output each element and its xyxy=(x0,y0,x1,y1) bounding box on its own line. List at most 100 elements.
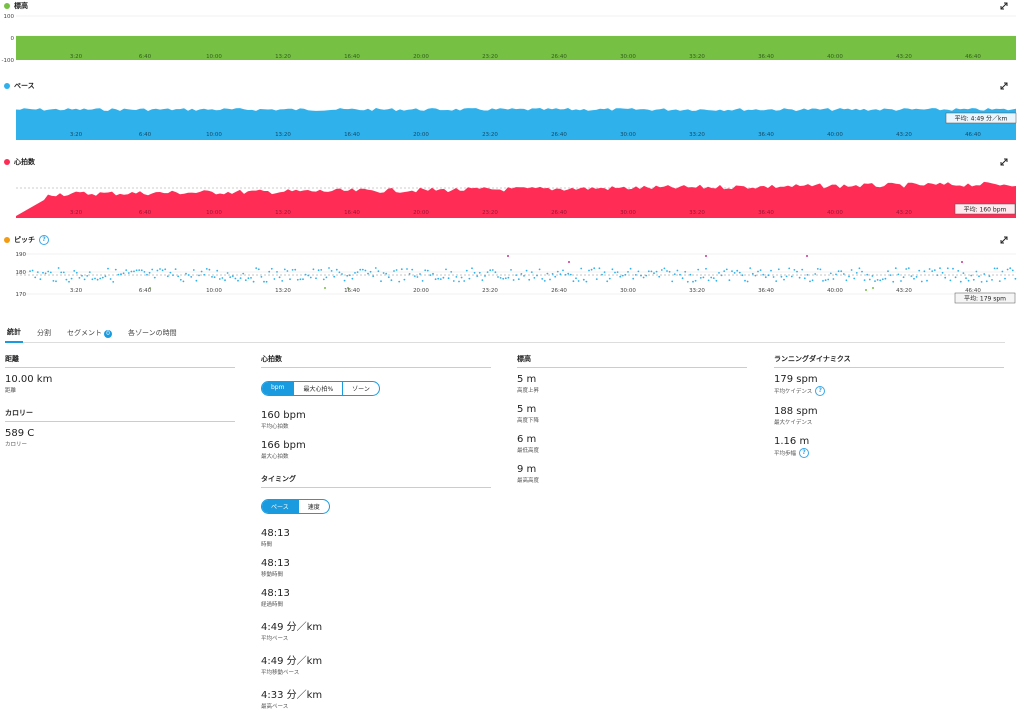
cadence-point xyxy=(650,270,653,273)
expand-elevation-icon[interactable] xyxy=(1000,2,1008,10)
cadence-point xyxy=(887,270,889,273)
toggle-bpm[interactable]: bpm xyxy=(262,382,294,395)
pace-area xyxy=(16,108,1016,140)
pace-chart-header: ペース xyxy=(4,80,35,92)
cadence-point xyxy=(309,276,312,279)
cadence-point xyxy=(429,274,432,276)
cadence-point xyxy=(361,268,364,271)
calories-section-title: カロリー xyxy=(5,408,235,422)
x-tick-label: 3:20 xyxy=(70,132,83,138)
cadence-point xyxy=(200,270,203,273)
cadence-point xyxy=(858,267,861,270)
cadence-point xyxy=(460,276,463,279)
cadence-point xyxy=(1009,267,1012,270)
stat-value: 160 bpm xyxy=(261,410,306,421)
cadence-point xyxy=(829,272,832,275)
cadence-point xyxy=(432,272,434,275)
stat-value: 589 C xyxy=(5,428,35,439)
toggle-max-hr-percent[interactable]: 最大心拍% xyxy=(293,382,342,395)
cadence-point xyxy=(926,279,928,282)
x-tick-label: 26:40 xyxy=(551,210,567,216)
cadence-point xyxy=(497,276,499,278)
x-tick-label: 30:00 xyxy=(620,210,636,216)
cadence-point xyxy=(120,273,122,276)
cadence-point xyxy=(556,270,559,273)
cadence-point xyxy=(153,276,156,279)
cadence-point xyxy=(276,271,278,273)
cadence-point xyxy=(988,275,991,277)
cadence-point xyxy=(390,279,393,282)
cadence-point xyxy=(655,270,658,273)
tab-stats[interactable]: 統計 xyxy=(5,325,23,343)
elevation-chart-title: 標高 xyxy=(14,2,28,10)
cadence-point xyxy=(702,276,705,279)
cadence-point xyxy=(993,267,996,270)
cadence-point xyxy=(668,270,671,273)
x-tick-label: 26:40 xyxy=(551,288,567,294)
expand-heart-rate-icon[interactable] xyxy=(1000,158,1008,166)
cadence-point xyxy=(728,279,731,282)
cadence-point xyxy=(151,268,154,271)
cadence-point xyxy=(169,271,172,274)
cadence-point xyxy=(455,276,458,278)
stat-avg-stride: 1.16 m 平均歩幅? xyxy=(774,436,1004,458)
cadence-point xyxy=(621,274,624,277)
cadence-point xyxy=(437,277,440,280)
heart-rate-dot-icon xyxy=(4,159,10,165)
cadence-point xyxy=(915,276,918,278)
cadence-point xyxy=(580,267,583,270)
cadence-point xyxy=(398,280,401,283)
cadence-point xyxy=(645,274,648,277)
x-tick-label: 10:00 xyxy=(206,288,222,294)
heart-unit-toggle: bpm 最大心拍% ゾーン xyxy=(261,381,380,396)
stat-value: 48:13 xyxy=(261,588,290,599)
cadence-point xyxy=(312,268,315,271)
x-tick-label: 6:40 xyxy=(139,210,152,216)
cadence-point xyxy=(902,276,905,279)
tab-zone-time[interactable]: 各ゾーンの時間 xyxy=(126,326,179,342)
cadence-point xyxy=(957,270,960,272)
cadence-point xyxy=(161,269,164,272)
cadence-point xyxy=(533,277,536,279)
cadence-point xyxy=(208,268,211,271)
toggle-pace[interactable]: ペース xyxy=(262,500,298,513)
cadence-point xyxy=(458,280,460,283)
heart-rate-chart: 心拍数 3:20 6:40 10:00 13:20 16:40 20:00 23:20 26:… xyxy=(0,156,1024,222)
stat-moving-time: 48:13 移動時間 xyxy=(261,558,491,578)
cadence-point xyxy=(148,271,151,274)
expand-pace-icon[interactable] xyxy=(1000,82,1008,90)
cadence-point xyxy=(772,276,775,278)
toggle-zone[interactable]: ゾーン xyxy=(342,382,379,395)
x-tick-label: 20:00 xyxy=(413,54,429,60)
toggle-speed[interactable]: 速度 xyxy=(297,500,329,513)
stat-avg-pace: 4:49 分／km 平均ペース xyxy=(261,618,491,642)
stat-value: 4:49 分／km xyxy=(261,656,323,667)
cadence-point xyxy=(174,268,177,270)
cadence-point xyxy=(99,277,102,280)
cadence-point xyxy=(237,279,239,282)
cadence-point xyxy=(343,279,346,282)
avg-stride-help-icon[interactable]: ? xyxy=(799,448,810,458)
stats-column-heart-timing: 心拍数 bpm 最大心拍% ゾーン 160 bpm 平均心拍数 166 bpm … xyxy=(261,354,491,720)
expand-cadence-icon[interactable] xyxy=(1000,236,1008,244)
cadence-point xyxy=(229,276,232,279)
stat-value: 1.16 m xyxy=(774,436,810,447)
cadence-point xyxy=(263,280,265,283)
cadence-point xyxy=(109,278,112,280)
stat-label: 平均ペース xyxy=(261,636,289,642)
tab-segments[interactable]: セグメント 0 xyxy=(65,326,114,342)
avg-cadence-help-icon[interactable]: ? xyxy=(815,386,826,396)
cadence-point xyxy=(510,269,512,271)
cadence-point xyxy=(49,271,52,274)
y-tick-label: 0 xyxy=(11,36,15,42)
cadence-point xyxy=(55,280,57,283)
cadence-point xyxy=(494,271,497,274)
cadence-point xyxy=(754,274,757,277)
tab-splits[interactable]: 分割 xyxy=(35,326,53,342)
cadence-point xyxy=(172,274,174,276)
cadence-point xyxy=(603,271,606,273)
cadence-point xyxy=(218,278,221,280)
cadence-help-icon[interactable]: ? xyxy=(39,235,49,245)
cadence-point xyxy=(876,279,879,281)
cadence-point xyxy=(239,277,242,279)
